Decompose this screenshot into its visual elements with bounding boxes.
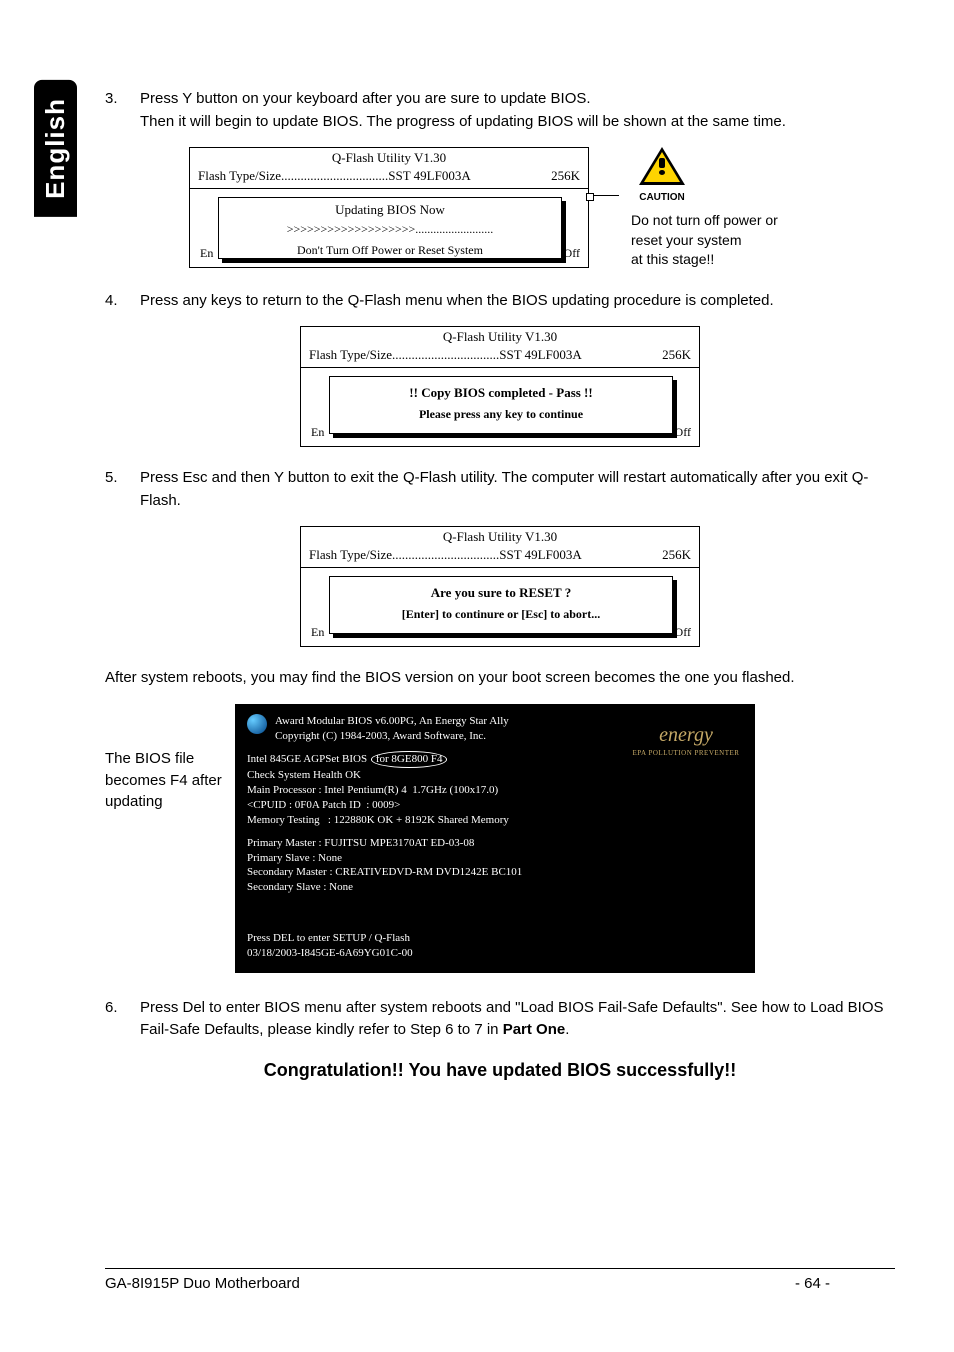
- step-bold: Part One: [503, 1021, 566, 1038]
- boot-line: Secondary Master : CREATIVEDVD-RM DVD124…: [247, 865, 743, 880]
- boot-header-line: Award Modular BIOS v6.00PG, An Energy St…: [275, 714, 509, 729]
- callout-connector: [589, 195, 619, 196]
- boot-footer-block: Press DEL to enter SETUP / Q-Flash 03/18…: [247, 931, 743, 961]
- boot-line: <CPUID : 0F0A Patch ID : 0009>: [247, 798, 743, 813]
- boot-line: Secondary Slave : None: [247, 880, 743, 895]
- updating-dialog: Updating BIOS Now >>>>>>>>>>>>>>>>>>>...…: [218, 197, 562, 259]
- language-tab: English: [34, 80, 77, 217]
- bg-enter-text: En: [200, 246, 213, 261]
- qflash-typesize: Flash Type/Size.........................…: [301, 347, 699, 368]
- step-tail: .: [565, 1021, 569, 1038]
- completed-title: !! Copy BIOS completed - Pass !!: [330, 385, 672, 401]
- qflash-box: Q-Flash Utility V1.30 Flash Type/Size...…: [300, 526, 700, 647]
- caution-line: reset your system: [631, 231, 811, 251]
- step-6: 6. Press Del to enter BIOS menu after sy…: [105, 997, 895, 1042]
- boot-header-line: Copyright (C) 1984-2003, Award Software,…: [275, 729, 509, 744]
- footer-page-number: - 64 -: [795, 1275, 895, 1292]
- boot-line: Memory Testing : 122880K OK + 8192K Shar…: [247, 813, 743, 828]
- award-logo-icon: [247, 714, 267, 734]
- qflash-box: Q-Flash Utility V1.30 Flash Type/Size...…: [189, 147, 589, 268]
- page-footer: GA-8I915P Duo Motherboard - 64 -: [105, 1268, 895, 1292]
- reset-title: Are you sure to RESET ?: [330, 585, 672, 601]
- qflash-title: Q-Flash Utility V1.30: [301, 527, 699, 547]
- energy-script: energy: [631, 722, 741, 749]
- boot-text: Intel 845GE AGPSet BIOS: [247, 753, 370, 765]
- flash-type-label: Flash Type/Size.........................…: [309, 347, 582, 363]
- reset-dialog: Are you sure to RESET ? [Enter] to conti…: [329, 576, 673, 634]
- bg-enter-text: En: [311, 425, 324, 440]
- qflash-body: En er Off !! Copy BIOS completed - Pass …: [301, 368, 699, 446]
- bg-enter-text: En: [311, 625, 324, 640]
- qflash-typesize: Flash Type/Size.........................…: [190, 168, 588, 189]
- bios-version-highlight: for 8GE800 F4: [371, 751, 448, 768]
- qflash-body: En er Off Are you sure to RESET ? [Enter…: [301, 568, 699, 646]
- qflash-title: Q-Flash Utility V1.30: [190, 148, 588, 168]
- step-3: 3. Press Y button on your keyboard after…: [105, 88, 895, 133]
- qflash-body: En er Off Updating BIOS Now >>>>>>>>>>>>…: [190, 189, 588, 267]
- flash-type-label: Flash Type/Size.........................…: [198, 168, 471, 184]
- qflash-panel-2: Q-Flash Utility V1.30 Flash Type/Size...…: [105, 326, 895, 447]
- boot-screen: Award Modular BIOS v6.00PG, An Energy St…: [235, 704, 755, 973]
- caution-label: CAUTION: [631, 191, 693, 205]
- qflash-panel-1: Q-Flash Utility V1.30 Flash Type/Size...…: [105, 147, 895, 270]
- after-reboot-paragraph: After system reboots, you may find the B…: [105, 667, 895, 690]
- boot-line: Main Processor : Intel Pentium(R) 4 1.7G…: [247, 783, 743, 798]
- step-line: Press Y button on your keyboard after yo…: [140, 90, 591, 107]
- boot-line: Primary Slave : None: [247, 851, 743, 866]
- updating-title: Updating BIOS Now: [219, 202, 561, 218]
- boot-drives-block: Primary Master : FUJITSU MPE3170AT ED-03…: [247, 836, 743, 895]
- qflash-panel-3: Q-Flash Utility V1.30 Flash Type/Size...…: [105, 526, 895, 647]
- reset-prompt: [Enter] to continure or [Esc] to abort..…: [330, 607, 672, 622]
- caution-line: at this stage!!: [631, 250, 811, 270]
- flash-size: 256K: [662, 547, 691, 563]
- step-text: Press Y button on your keyboard after yo…: [140, 88, 895, 133]
- flash-size: 256K: [662, 347, 691, 363]
- boot-info-block: Intel 845GE AGPSet BIOS for 8GE800 F4 Ch…: [247, 751, 743, 827]
- qflash-title: Q-Flash Utility V1.30: [301, 327, 699, 347]
- step-5: 5. Press Esc and then Y button to exit t…: [105, 467, 895, 512]
- footer-product: GA-8I915P Duo Motherboard: [105, 1275, 795, 1292]
- flash-size: 256K: [551, 168, 580, 184]
- updating-warning: Don't Turn Off Power or Reset System: [219, 243, 561, 258]
- boot-screen-note: The BIOS file becomes F4 after updating: [105, 704, 235, 813]
- energy-star-badge: energy EPA POLLUTION PREVENTER: [631, 722, 741, 758]
- boot-screen-row: The BIOS file becomes F4 after updating …: [105, 704, 895, 973]
- completed-dialog: !! Copy BIOS completed - Pass !! Please …: [329, 376, 673, 434]
- step-line: Then it will begin to update BIOS. The p…: [140, 113, 786, 130]
- qflash-box: Q-Flash Utility V1.30 Flash Type/Size...…: [300, 326, 700, 447]
- step-4: 4. Press any keys to return to the Q-Fla…: [105, 290, 895, 313]
- boot-line: Primary Master : FUJITSU MPE3170AT ED-03…: [247, 836, 743, 851]
- flash-type-label: Flash Type/Size.........................…: [309, 547, 582, 563]
- step-text: Press any keys to return to the Q-Flash …: [140, 290, 895, 313]
- step-text: Press Esc and then Y button to exit the …: [140, 467, 895, 512]
- step-number: 3.: [105, 88, 140, 133]
- energy-subtitle: EPA POLLUTION PREVENTER: [631, 749, 741, 758]
- caution-callout: CAUTION Do not turn off power or reset y…: [631, 147, 811, 270]
- page-content: 3. Press Y button on your keyboard after…: [105, 88, 895, 1081]
- step-number: 4.: [105, 290, 140, 313]
- qflash-typesize: Flash Type/Size.........................…: [301, 547, 699, 568]
- completed-prompt: Please press any key to continue: [330, 407, 672, 422]
- boot-line: Press DEL to enter SETUP / Q-Flash: [247, 931, 743, 946]
- step-number: 5.: [105, 467, 140, 512]
- congratulation-heading: Congratulation!! You have updated BIOS s…: [105, 1060, 895, 1081]
- updating-progress: >>>>>>>>>>>>>>>>>>>.....................…: [219, 222, 561, 237]
- caution-line: Do not turn off power or: [631, 211, 811, 231]
- boot-line: Check System Health OK: [247, 768, 743, 783]
- step-text: Press Del to enter BIOS menu after syste…: [140, 997, 895, 1042]
- boot-line: 03/18/2003-I845GE-6A69YG01C-00: [247, 946, 743, 961]
- caution-icon: [639, 147, 685, 187]
- step-number: 6.: [105, 997, 140, 1042]
